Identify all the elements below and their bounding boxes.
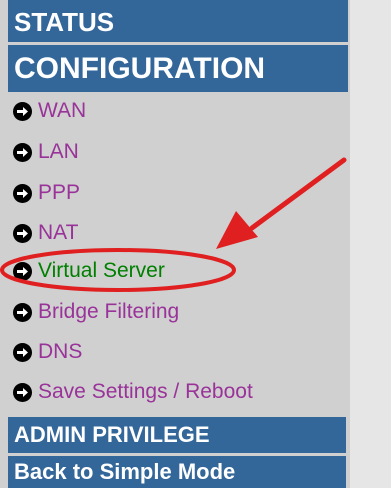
nav-item-ppp[interactable]: PPP xyxy=(13,175,80,211)
arrow-right-circle-icon xyxy=(13,101,32,121)
nav-item-label: Bridge Filtering xyxy=(38,300,180,323)
nav-item-label: Save Settings / Reboot xyxy=(38,380,253,403)
nav-item-label: LAN xyxy=(38,140,79,163)
nav-item-bridge-filtering[interactable]: Bridge Filtering xyxy=(13,294,179,330)
nav-item-label: DNS xyxy=(38,340,83,363)
nav-item-label: NAT xyxy=(38,221,79,244)
arrow-right-circle-icon xyxy=(13,223,32,243)
arrow-right-circle-icon xyxy=(13,261,32,281)
nav-item-virtual-server[interactable]: Virtual Server xyxy=(13,253,165,289)
nav-item-save-reboot[interactable]: Save Settings / Reboot xyxy=(13,374,253,410)
nav-item-lan[interactable]: LAN xyxy=(13,134,79,170)
nav-item-nat[interactable]: NAT xyxy=(13,215,78,251)
nav-item-dns[interactable]: DNS xyxy=(13,334,82,370)
arrow-right-circle-icon xyxy=(13,302,32,322)
arrow-right-circle-icon xyxy=(13,342,32,362)
nav-item-wan[interactable]: WAN xyxy=(13,93,86,129)
nav-configuration[interactable]: CONFIGURATION xyxy=(8,45,348,92)
page-gutter xyxy=(350,0,391,488)
nav-item-label: Virtual Server xyxy=(38,259,165,282)
nav-item-label: WAN xyxy=(38,99,87,122)
pointer-arrow-shaft xyxy=(249,157,347,231)
nav-back-to-simple-mode[interactable]: Back to Simple Mode xyxy=(8,456,346,488)
arrow-right-circle-icon xyxy=(13,382,32,402)
nav-item-label: PPP xyxy=(38,181,81,204)
nav-admin-privilege[interactable]: ADMIN PRIVILEGE xyxy=(8,417,346,453)
arrow-right-circle-icon xyxy=(13,142,32,162)
nav-status[interactable]: STATUS xyxy=(8,0,348,42)
arrow-right-circle-icon xyxy=(13,183,32,203)
pointer-arrow-head xyxy=(216,211,258,249)
